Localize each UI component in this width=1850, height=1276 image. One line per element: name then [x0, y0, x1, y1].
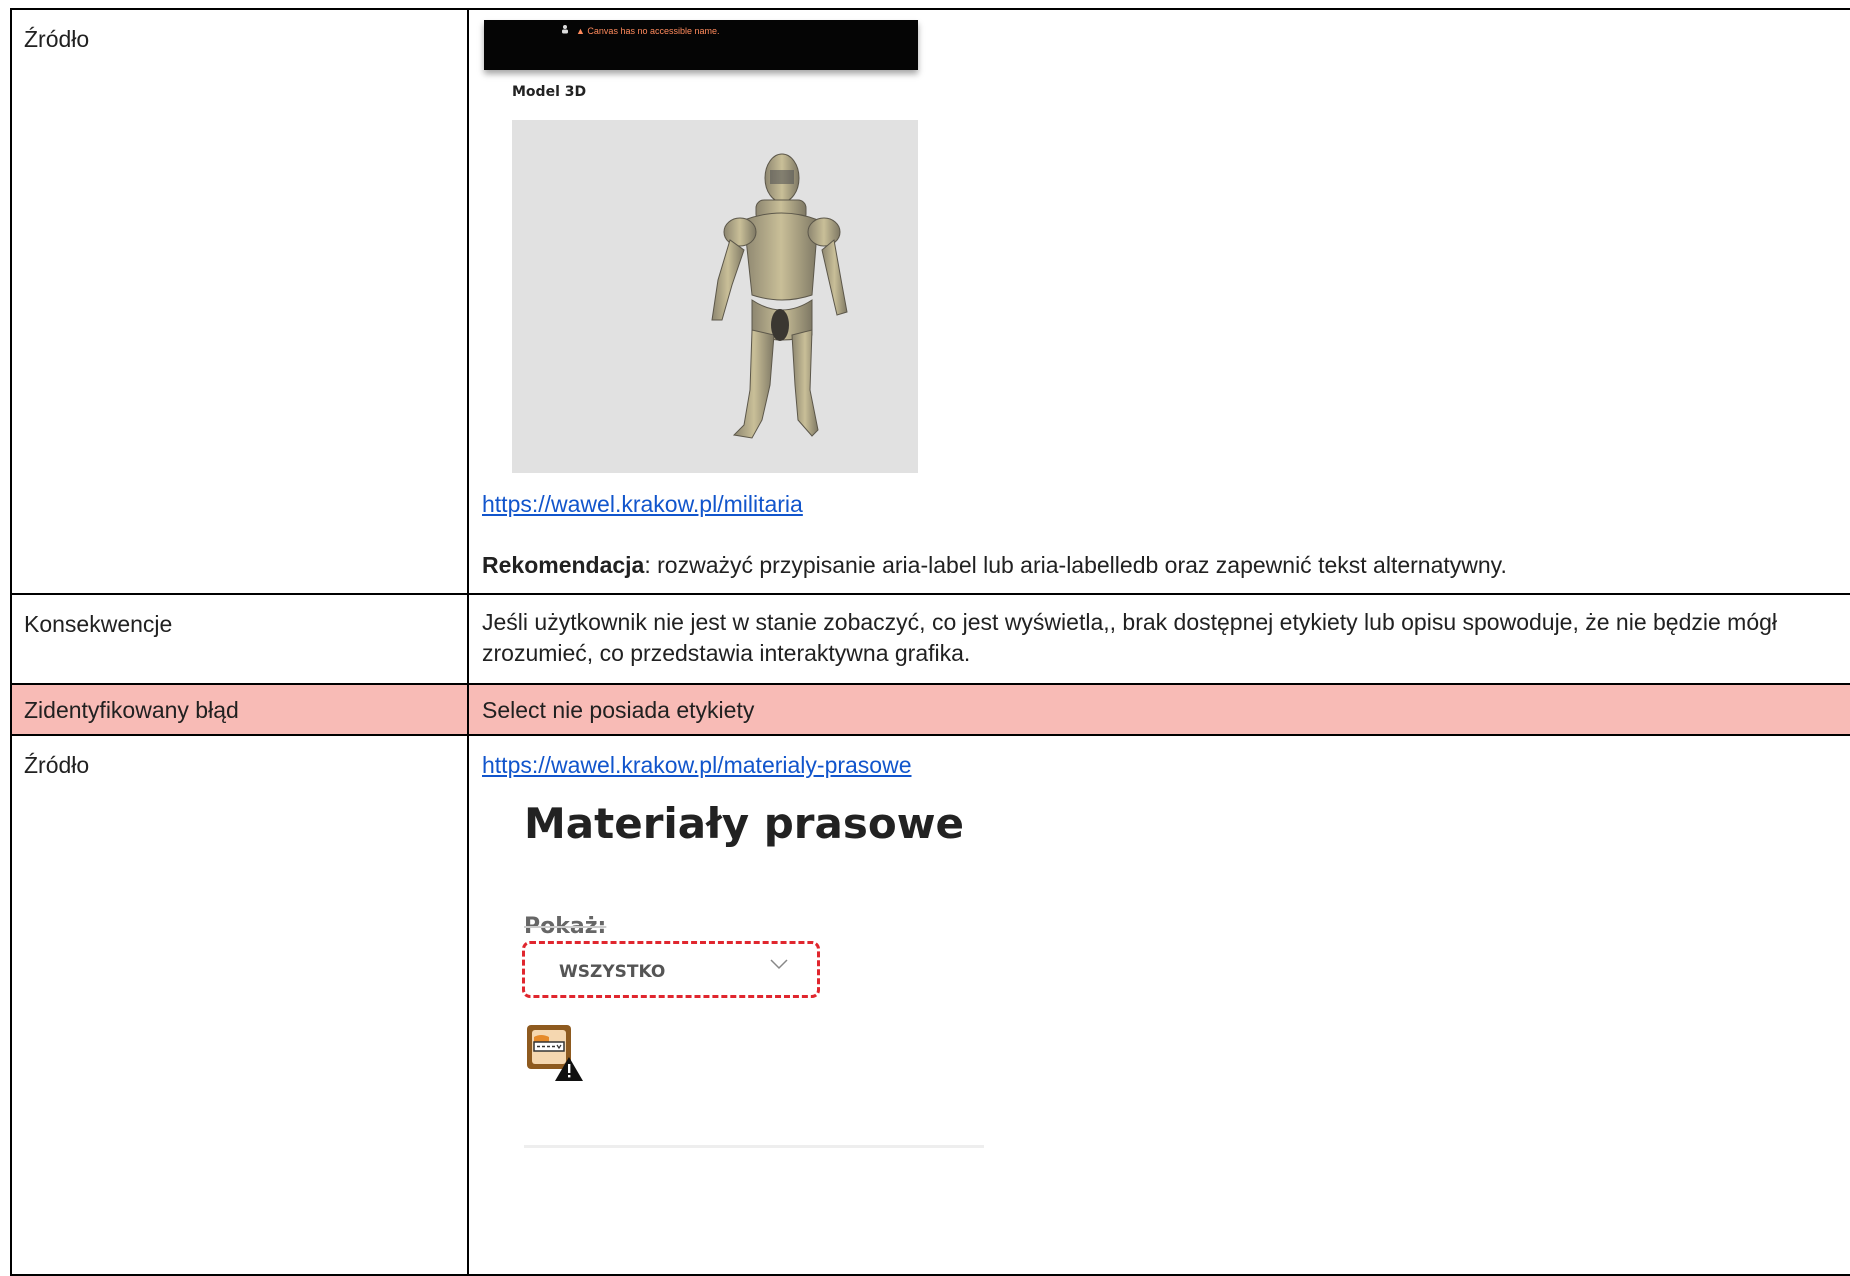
chevron-down-icon [770, 959, 788, 970]
row-label: Źródło [10, 734, 469, 1276]
row-label: Zidentyfikowany błąd [10, 683, 469, 736]
divider [524, 1145, 984, 1148]
canvas-warning-text: Canvas has no accessible name. [587, 26, 720, 36]
row-source-1: Źródło ▲ Canvas has no accessible name. … [10, 8, 1850, 595]
audit-table: Źródło ▲ Canvas has no accessible name. … [10, 8, 1850, 1276]
row-identified-error: Zidentyfikowany błąd Select nie posiada … [10, 683, 1850, 736]
row-label: Źródło [10, 8, 469, 595]
accessibility-person-icon [562, 25, 568, 34]
devtools-bar: ▲ Canvas has no accessible name. [484, 20, 918, 70]
row-label: Konsekwencje [10, 593, 469, 685]
armor-figure-image [711, 153, 848, 439]
show-label: Pokaż: [524, 914, 607, 939]
row-content: https://wawel.krakow.pl/materialy-prasow… [467, 734, 1850, 1276]
recommendation-label: Rekomendacja [482, 552, 645, 578]
row-consequences: Konsekwencje Jeśli użytkownik nie jest w… [10, 593, 1850, 685]
model-3d-viewer[interactable] [512, 120, 918, 473]
militaria-link[interactable]: https://wawel.krakow.pl/militaria [482, 491, 803, 517]
row-content: Jeśli użytkownik nie jest w stanie zobac… [467, 593, 1850, 685]
row-source-2: Źródło https://wawel.krakow.pl/materialy… [10, 734, 1850, 1276]
row-content: ▲ Canvas has no accessible name. Model 3… [467, 8, 1850, 595]
press-page-title: Materiały prasowe [524, 799, 964, 848]
recommendation-text: : rozważyć przypisanie aria-label lub ar… [644, 552, 1507, 578]
filter-select[interactable]: WSZYSTKO [522, 941, 820, 998]
screenshot-press-page: Materiały prasowe Pokaż: WSZYSTKO [469, 779, 1850, 1179]
model-3d-title: Model 3D [512, 84, 587, 100]
press-materials-link[interactable]: https://wawel.krakow.pl/materialy-prasow… [482, 752, 912, 778]
missing-label-warning-icon [527, 1025, 583, 1081]
select-value: WSZYSTKO [559, 962, 666, 982]
recommendation: Rekomendacja: rozważyć przypisanie aria-… [482, 552, 1850, 593]
canvas-warning: ▲ Canvas has no accessible name. [576, 26, 720, 36]
row-content: Select nie posiada etykiety [467, 683, 1850, 736]
screenshot-3d-model: ▲ Canvas has no accessible name. Model 3… [484, 20, 918, 473]
